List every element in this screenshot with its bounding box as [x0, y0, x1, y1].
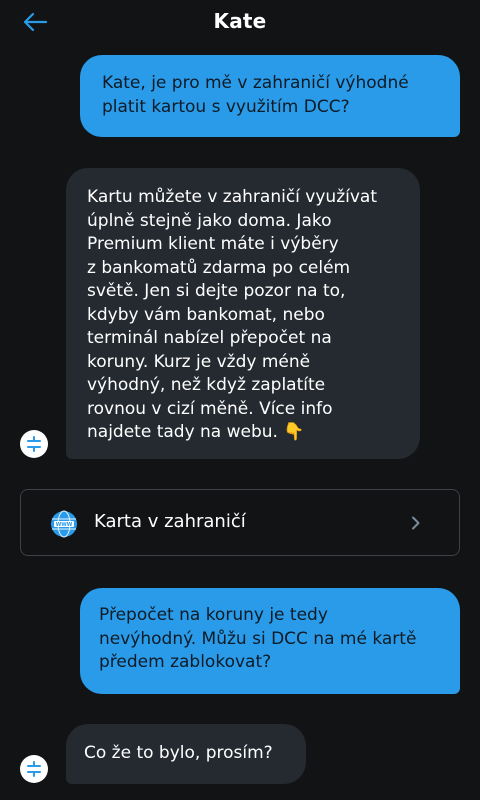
message-line: platit kartou s využitím DCC?: [102, 96, 350, 117]
header: Kate: [0, 0, 480, 44]
www-globe-icon: WWW: [51, 510, 77, 538]
message-line: Kate, je pro mě v zahraničí výhodné: [102, 73, 409, 93]
message-line: Kartu můžete v zahraničí využívat: [87, 187, 377, 207]
message-line: světě. Jen si dejte pozor na to,: [87, 281, 346, 301]
message-line: úplně stejně jako doma. Jako: [87, 210, 332, 231]
message-line: Co že to bylo, prosím?: [84, 743, 273, 763]
bank-logo-icon: [27, 761, 41, 777]
bank-logo-icon: [27, 436, 41, 452]
link-card-label: Karta v zahraničí: [94, 511, 246, 532]
svg-text:WWW: WWW: [56, 522, 73, 528]
user-message: Kate, je pro mě v zahraničí výhodné plat…: [80, 55, 460, 137]
chevron-right-icon: [412, 516, 420, 530]
chat-screen: Kate Kate, je pro mě v zahraničí výhodné…: [0, 0, 480, 800]
message-line: terminál nabízel přepočet na: [87, 328, 332, 348]
message-line: z bankomatů zdarma po celém: [87, 257, 351, 278]
message-line: kdyby vám bankomat, nebo: [87, 304, 325, 325]
user-message: Přepočet na koruny je tedy nevýhodný. Mů…: [80, 588, 460, 694]
message-line: Premium klient máte i výběry: [87, 234, 339, 254]
bot-avatar: [20, 755, 48, 783]
message-line: nevýhodný. Můžu si DCC na mé kartě: [99, 628, 417, 649]
bot-message: Kartu můžete v zahraničí využívat úplně …: [66, 168, 420, 459]
message-line: najdete tady na webu. 👇: [87, 422, 305, 442]
message-line: předem zablokovat?: [99, 652, 272, 672]
link-card-karta-v-zahranici[interactable]: WWW Karta v zahraničí: [20, 489, 460, 556]
chat-title: Kate: [213, 9, 267, 33]
message-line: Přepočet na koruny je tedy: [99, 605, 328, 625]
message-line: výhodný, než když zaplatíte: [87, 375, 326, 395]
message-line: koruny. Kurz je vždy méně: [87, 351, 311, 372]
bot-avatar: [20, 430, 48, 458]
bot-message: Co že to bylo, prosím?: [66, 724, 306, 784]
message-line: rovnou v cizí měně. Více info: [87, 398, 333, 419]
